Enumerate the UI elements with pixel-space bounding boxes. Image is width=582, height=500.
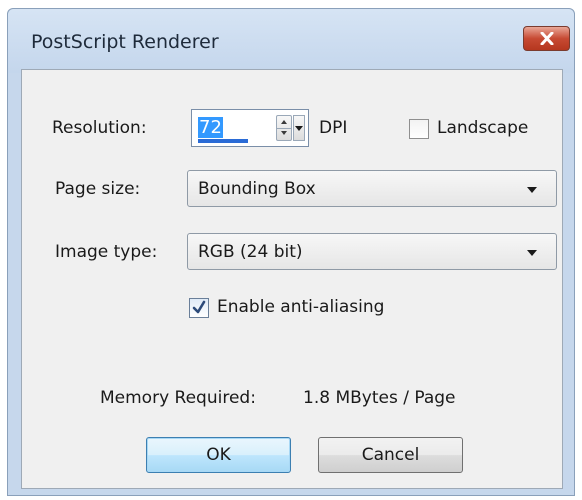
- chevron-down-icon: [295, 126, 303, 131]
- resolution-label: Resolution:: [52, 118, 147, 138]
- page-size-select[interactable]: Bounding Box: [187, 170, 557, 207]
- close-button[interactable]: [523, 26, 570, 51]
- resolution-stepper[interactable]: [276, 115, 292, 141]
- dialog-window: PostScript Renderer Resolution: 72 DPI L…: [7, 8, 575, 496]
- checkmark-icon: [192, 300, 206, 314]
- close-icon: [540, 32, 554, 45]
- chevron-down-icon: [527, 250, 537, 256]
- window-title: PostScript Renderer: [31, 31, 219, 53]
- dpi-unit-label: DPI: [319, 118, 348, 138]
- landscape-label[interactable]: Landscape: [437, 118, 528, 138]
- antialias-label[interactable]: Enable anti-aliasing: [217, 297, 384, 317]
- memory-label: Memory Required:: [100, 388, 256, 408]
- title-bar[interactable]: PostScript Renderer: [8, 9, 574, 73]
- memory-value: 1.8 MBytes / Page: [303, 388, 456, 408]
- image-type-label: Image type:: [55, 242, 158, 262]
- dialog-body: Resolution: 72 DPI Landscape Page size:: [21, 69, 563, 489]
- cancel-button[interactable]: Cancel: [318, 437, 463, 473]
- resolution-value[interactable]: 72: [198, 117, 223, 138]
- ok-button[interactable]: OK: [146, 437, 291, 473]
- image-type-value: RGB (24 bit): [198, 242, 303, 262]
- antialias-checkbox[interactable]: [189, 298, 209, 318]
- page-size-label: Page size:: [55, 179, 141, 199]
- landscape-checkbox[interactable]: [409, 119, 429, 139]
- stepper-divider: [277, 128, 291, 129]
- image-type-select[interactable]: RGB (24 bit): [187, 233, 557, 270]
- resolution-dropdown-button[interactable]: [293, 115, 305, 141]
- resolution-spinner[interactable]: 72: [191, 109, 309, 147]
- page-size-value: Bounding Box: [198, 179, 316, 199]
- chevron-down-icon: [527, 187, 537, 193]
- resolution-underline: [198, 139, 248, 143]
